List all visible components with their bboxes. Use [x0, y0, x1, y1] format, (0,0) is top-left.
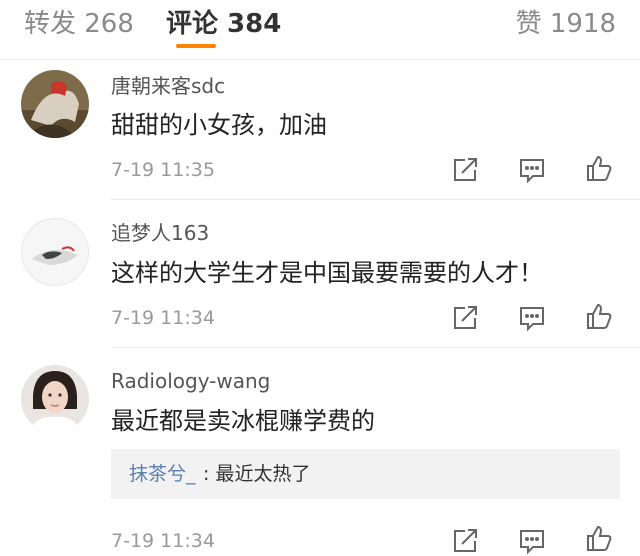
comment-icon[interactable]: [517, 303, 547, 333]
comment-tabs: 转发 268 评论 384 赞 1918: [0, 0, 640, 56]
comment-text: 最近都是卖冰棍赚学费的: [111, 407, 375, 435]
like-icon[interactable]: [584, 301, 614, 331]
tab-repost[interactable]: 转发 268: [24, 8, 134, 40]
comment-username[interactable]: 追梦人163: [111, 220, 209, 246]
comment-icon[interactable]: [517, 526, 547, 556]
comment-username[interactable]: Radiology-wang: [111, 368, 270, 394]
reply-preview[interactable]: 抹茶兮_ : 最近太热了: [111, 449, 620, 499]
comment-divider: [111, 199, 640, 200]
comment-divider: [111, 347, 640, 348]
reply-username[interactable]: 抹茶兮_: [129, 461, 196, 487]
comment-time: 7-19 11:34: [111, 530, 215, 552]
share-icon[interactable]: [450, 303, 480, 333]
like-icon[interactable]: [584, 153, 614, 183]
comment-time: 7-19 11:35: [111, 159, 215, 181]
comment-icon[interactable]: [517, 155, 547, 185]
comment-text: 这样的大学生才是中国最要需要的人才！: [111, 259, 543, 287]
avatar[interactable]: [21, 365, 89, 433]
comment-time: 7-19 11:34: [111, 307, 215, 329]
like-icon[interactable]: [584, 523, 614, 553]
tabs-divider: [0, 59, 640, 60]
avatar[interactable]: [21, 218, 89, 286]
share-icon[interactable]: [450, 155, 480, 185]
comment-text: 甜甜的小女孩，加油: [111, 111, 327, 139]
share-icon[interactable]: [450, 526, 480, 556]
avatar[interactable]: [21, 70, 89, 138]
comment-username[interactable]: 唐朝来客sdc: [111, 73, 225, 99]
tab-like[interactable]: 赞 1918: [516, 8, 616, 40]
active-tab-indicator: [176, 44, 216, 48]
tab-comment[interactable]: 评论 384: [166, 8, 281, 40]
reply-text: : 最近太热了: [203, 463, 311, 485]
